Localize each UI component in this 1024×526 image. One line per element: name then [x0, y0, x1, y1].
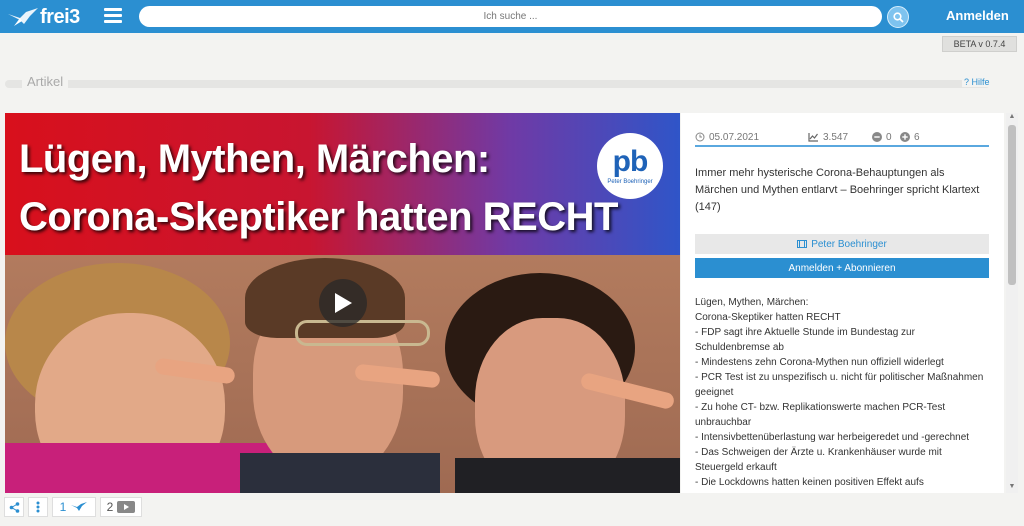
- views-value: 3.547: [823, 131, 849, 143]
- person-2-suit: [240, 453, 440, 493]
- help-link[interactable]: ? Hilfe: [962, 77, 992, 87]
- description-line: Schuldenbremse ab: [695, 342, 784, 353]
- bird-logo-icon: [8, 8, 38, 26]
- info-scrollbar[interactable]: ▲ ▼: [1006, 113, 1018, 493]
- description-line: Lügen, Mythen, Märchen:: [695, 297, 809, 308]
- channel-logo: pb Peter Boehringer: [597, 133, 663, 199]
- description-line: - Zu hohe CT- bzw. Replikationswerte mac…: [695, 402, 946, 413]
- frei3-logo[interactable]: frei3: [6, 4, 80, 30]
- subscribe-button[interactable]: Anmelden + Abonnieren: [695, 258, 989, 278]
- thumbnail-headline-1: Lügen, Mythen, Märchen:: [19, 137, 490, 181]
- date-value: 05.07.2021: [709, 131, 760, 143]
- plus-circle-icon: [900, 132, 910, 142]
- film-icon: [797, 240, 808, 248]
- stat-date: 05.07.2021: [695, 132, 808, 143]
- stat-likes[interactable]: 6: [900, 132, 920, 143]
- bird-icon: [71, 502, 88, 511]
- more-vertical-icon: [36, 501, 40, 513]
- logo-text: frei3: [40, 5, 80, 28]
- version-badge: BETA v 0.7.4: [942, 36, 1017, 52]
- page-1-number: 1: [59, 500, 67, 514]
- channel-logo-mark: pb: [612, 145, 649, 178]
- page-2-number: 2: [106, 500, 114, 514]
- article-title: Immer mehr hysterische Corona-Behauptung…: [695, 167, 980, 213]
- person-1-shirt: [5, 443, 280, 493]
- menu-button[interactable]: [104, 8, 122, 24]
- description-line: unbrauchbar: [695, 417, 752, 428]
- scroll-thumb[interactable]: [1008, 125, 1016, 285]
- menu-icon: [104, 8, 122, 11]
- page-2-button[interactable]: 2: [100, 497, 142, 517]
- share-icon: [9, 501, 19, 513]
- channel-label: Peter Boehringer: [811, 238, 887, 250]
- scroll-down-icon[interactable]: ▼: [1006, 483, 1018, 493]
- description-line: - FDP sagt ihre Aktuelle Stunde im Bunde…: [695, 327, 915, 338]
- likes-value: 6: [914, 131, 920, 143]
- description-line: geeignet: [695, 387, 734, 398]
- description-line: - Mindestens zehn Corona-Mythen nun offi…: [695, 357, 944, 368]
- share-button[interactable]: [4, 497, 24, 517]
- search-button[interactable]: [887, 6, 909, 28]
- play-button[interactable]: [319, 279, 367, 327]
- search-icon: [892, 11, 904, 23]
- description-line: - Die Lockdowns hatten keinen positiven …: [695, 477, 924, 488]
- description-line: Corona-Skeptiker hatten RECHT: [695, 312, 841, 323]
- chart-icon: [808, 133, 818, 142]
- person-2-glasses: [295, 320, 430, 346]
- play-icon: [335, 293, 352, 313]
- description-line: - Intensivbettenüberlastung war herbeige…: [695, 432, 970, 443]
- page-1-button[interactable]: 1: [52, 497, 96, 517]
- video-icon: [117, 501, 136, 513]
- scroll-up-icon[interactable]: ▲: [1006, 113, 1018, 123]
- thumbnail-headline-2: Corona-Skeptiker hatten RECHT: [19, 195, 618, 239]
- channel-button[interactable]: Peter Boehringer: [695, 234, 989, 254]
- stat-dislikes[interactable]: 0: [872, 132, 900, 143]
- description-line: - PCR Test ist zu unspezifisch u. nicht …: [695, 372, 984, 383]
- section-divider: [5, 80, 990, 88]
- description-line: - Das Schweigen der Ärzte u. Krankenhäus…: [695, 447, 942, 458]
- minus-circle-icon: [872, 132, 882, 142]
- dislikes-value: 0: [886, 131, 892, 143]
- article-stats: 05.07.2021 3.547 0 6: [695, 129, 989, 147]
- search-input[interactable]: [139, 6, 882, 27]
- person-3-suit: [455, 458, 680, 493]
- more-button[interactable]: [28, 497, 48, 517]
- clock-icon: [695, 132, 705, 142]
- login-link[interactable]: Anmelden: [946, 8, 1009, 23]
- description-line: Steuergeld erkauft: [695, 462, 777, 473]
- article-info-panel: 05.07.2021 3.547 0 6 Immer mehr hysteris…: [681, 113, 1004, 493]
- video-thumbnail[interactable]: Lügen, Mythen, Märchen: Corona-Skeptiker…: [5, 113, 680, 493]
- top-navbar: frei3 Anmelden: [0, 0, 1024, 33]
- stat-views: 3.547: [808, 132, 872, 143]
- channel-logo-name: Peter Boehringer: [607, 179, 653, 185]
- article-description: Lügen, Mythen, Märchen: Corona-Skeptiker…: [695, 295, 989, 490]
- section-title: Artikel: [22, 74, 69, 89]
